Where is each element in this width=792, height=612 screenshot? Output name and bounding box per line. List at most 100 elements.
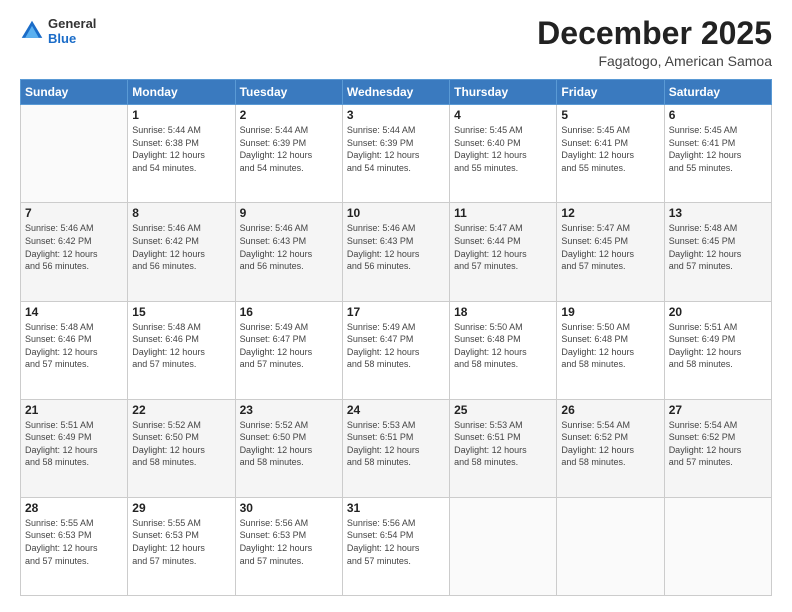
- day-info: Sunrise: 5:51 AM Sunset: 6:49 PM Dayligh…: [669, 321, 767, 371]
- day-info: Sunrise: 5:44 AM Sunset: 6:39 PM Dayligh…: [347, 124, 445, 174]
- day-number: 27: [669, 403, 767, 417]
- calendar-cell: 31 Sunrise: 5:56 AM Sunset: 6:54 PM Dayli…: [342, 497, 449, 595]
- calendar-cell: 14Sunrise: 5:48 AM Sunset: 6:46 PM Dayli…: [21, 301, 128, 399]
- calendar-header-monday: Monday: [128, 80, 235, 105]
- day-info: Sunrise: 5:53 AM Sunset: 6:51 PM Dayligh…: [347, 419, 445, 469]
- calendar-week-row: 1 Sunrise: 5:44 AM Sunset: 6:38 PM Daylig…: [21, 105, 772, 203]
- calendar-cell: 30Sunrise: 5:56 AM Sunset: 6:53 PM Dayli…: [235, 497, 342, 595]
- day-number: 13: [669, 206, 767, 220]
- day-number: 16: [240, 305, 338, 319]
- day-number: 26: [561, 403, 659, 417]
- calendar-header-wednesday: Wednesday: [342, 80, 449, 105]
- calendar-cell: 11 Sunrise: 5:47 AM Sunset: 6:44 PM Dayli…: [450, 203, 557, 301]
- day-number: 22: [132, 403, 230, 417]
- calendar-cell: 10 Sunrise: 5:46 AM Sunset: 6:43 PM Dayli…: [342, 203, 449, 301]
- day-number: 20: [669, 305, 767, 319]
- day-number: 14: [25, 305, 123, 319]
- day-number: 21: [25, 403, 123, 417]
- calendar-header-row: SundayMondayTuesdayWednesdayThursdayFrid…: [21, 80, 772, 105]
- day-info: Sunrise: 5:44 AM Sunset: 6:38 PM Dayligh…: [132, 124, 230, 174]
- day-number: 18: [454, 305, 552, 319]
- day-number: 6: [669, 108, 767, 122]
- calendar-cell: 22 Sunrise: 5:52 AM Sunset: 6:50 PM Dayli…: [128, 399, 235, 497]
- calendar-week-row: 21 Sunrise: 5:51 AM Sunset: 6:49 PM Dayli…: [21, 399, 772, 497]
- day-number: 12: [561, 206, 659, 220]
- day-info: Sunrise: 5:47 AM Sunset: 6:45 PM Dayligh…: [561, 222, 659, 272]
- calendar-cell: 8Sunrise: 5:46 AM Sunset: 6:42 PM Daylig…: [128, 203, 235, 301]
- calendar-cell: 1 Sunrise: 5:44 AM Sunset: 6:38 PM Daylig…: [128, 105, 235, 203]
- calendar-cell: 7 Sunrise: 5:46 AM Sunset: 6:42 PM Daylig…: [21, 203, 128, 301]
- day-number: 25: [454, 403, 552, 417]
- title-section: December 2025 Fagatogo, American Samoa: [537, 16, 772, 69]
- day-number: 7: [25, 206, 123, 220]
- day-info: Sunrise: 5:47 AM Sunset: 6:44 PM Dayligh…: [454, 222, 552, 272]
- day-info: Sunrise: 5:50 AM Sunset: 6:48 PM Dayligh…: [454, 321, 552, 371]
- calendar-cell: 5Sunrise: 5:45 AM Sunset: 6:41 PM Daylig…: [557, 105, 664, 203]
- calendar-cell: 3Sunrise: 5:44 AM Sunset: 6:39 PM Daylig…: [342, 105, 449, 203]
- day-info: Sunrise: 5:46 AM Sunset: 6:43 PM Dayligh…: [347, 222, 445, 272]
- calendar-cell: 20 Sunrise: 5:51 AM Sunset: 6:49 PM Dayli…: [664, 301, 771, 399]
- calendar-cell: 16 Sunrise: 5:49 AM Sunset: 6:47 PM Dayli…: [235, 301, 342, 399]
- calendar-header-sunday: Sunday: [21, 80, 128, 105]
- calendar-cell: [21, 105, 128, 203]
- day-number: 19: [561, 305, 659, 319]
- header: General Blue December 2025 Fagatogo, Ame…: [20, 16, 772, 69]
- day-number: 1: [132, 108, 230, 122]
- calendar-cell: 25 Sunrise: 5:53 AM Sunset: 6:51 PM Dayli…: [450, 399, 557, 497]
- day-info: Sunrise: 5:54 AM Sunset: 6:52 PM Dayligh…: [561, 419, 659, 469]
- day-info: Sunrise: 5:49 AM Sunset: 6:47 PM Dayligh…: [240, 321, 338, 371]
- calendar-cell: 28 Sunrise: 5:55 AM Sunset: 6:53 PM Dayli…: [21, 497, 128, 595]
- day-info: Sunrise: 5:50 AM Sunset: 6:48 PM Dayligh…: [561, 321, 659, 371]
- day-info: Sunrise: 5:45 AM Sunset: 6:41 PM Dayligh…: [669, 124, 767, 174]
- calendar-cell: 18 Sunrise: 5:50 AM Sunset: 6:48 PM Dayli…: [450, 301, 557, 399]
- calendar-cell: 13Sunrise: 5:48 AM Sunset: 6:45 PM Dayli…: [664, 203, 771, 301]
- logo: General Blue: [20, 16, 96, 46]
- day-info: Sunrise: 5:56 AM Sunset: 6:54 PM Dayligh…: [347, 517, 445, 567]
- day-info: Sunrise: 5:46 AM Sunset: 6:42 PM Dayligh…: [25, 222, 123, 272]
- day-info: Sunrise: 5:46 AM Sunset: 6:43 PM Dayligh…: [240, 222, 338, 272]
- logo-general: General: [48, 16, 96, 31]
- day-info: Sunrise: 5:51 AM Sunset: 6:49 PM Dayligh…: [25, 419, 123, 469]
- day-number: 24: [347, 403, 445, 417]
- calendar-header-thursday: Thursday: [450, 80, 557, 105]
- calendar-cell: 12 Sunrise: 5:47 AM Sunset: 6:45 PM Dayli…: [557, 203, 664, 301]
- day-number: 10: [347, 206, 445, 220]
- day-number: 9: [240, 206, 338, 220]
- day-info: Sunrise: 5:56 AM Sunset: 6:53 PM Dayligh…: [240, 517, 338, 567]
- calendar-week-row: 28 Sunrise: 5:55 AM Sunset: 6:53 PM Dayli…: [21, 497, 772, 595]
- day-number: 15: [132, 305, 230, 319]
- day-info: Sunrise: 5:55 AM Sunset: 6:53 PM Dayligh…: [25, 517, 123, 567]
- location: Fagatogo, American Samoa: [537, 53, 772, 69]
- month-title: December 2025: [537, 16, 772, 51]
- day-number: 31: [347, 501, 445, 515]
- calendar-cell: 26 Sunrise: 5:54 AM Sunset: 6:52 PM Dayli…: [557, 399, 664, 497]
- logo-blue: Blue: [48, 31, 96, 46]
- calendar-header-saturday: Saturday: [664, 80, 771, 105]
- calendar-cell: [557, 497, 664, 595]
- calendar-week-row: 7 Sunrise: 5:46 AM Sunset: 6:42 PM Daylig…: [21, 203, 772, 301]
- calendar-week-row: 14 Sunrise: 5:48 AM Sunset: 6:46 PM Dayli…: [21, 301, 772, 399]
- day-number: 23: [240, 403, 338, 417]
- day-info: Sunrise: 5:54 AM Sunset: 6:52 PM Dayligh…: [669, 419, 767, 469]
- day-info: Sunrise: 5:49 AM Sunset: 6:47 PM Dayligh…: [347, 321, 445, 371]
- calendar-cell: 24 Sunrise: 5:53 AM Sunset: 6:51 PM Dayli…: [342, 399, 449, 497]
- day-number: 4: [454, 108, 552, 122]
- calendar-cell: 19 Sunrise: 5:50 AM Sunset: 6:48 PM Dayli…: [557, 301, 664, 399]
- day-number: 29: [132, 501, 230, 515]
- day-info: Sunrise: 5:52 AM Sunset: 6:50 PM Dayligh…: [240, 419, 338, 469]
- calendar-cell: 29Sunrise: 5:55 AM Sunset: 6:53 PM Dayli…: [128, 497, 235, 595]
- calendar-cell: 15 Sunrise: 5:48 AM Sunset: 6:46 PM Dayli…: [128, 301, 235, 399]
- day-info: Sunrise: 5:45 AM Sunset: 6:40 PM Dayligh…: [454, 124, 552, 174]
- day-number: 28: [25, 501, 123, 515]
- calendar-table: SundayMondayTuesdayWednesdayThursdayFrid…: [20, 79, 772, 596]
- day-info: Sunrise: 5:53 AM Sunset: 6:51 PM Dayligh…: [454, 419, 552, 469]
- day-number: 11: [454, 206, 552, 220]
- day-number: 17: [347, 305, 445, 319]
- day-info: Sunrise: 5:52 AM Sunset: 6:50 PM Dayligh…: [132, 419, 230, 469]
- calendar-header-tuesday: Tuesday: [235, 80, 342, 105]
- day-info: Sunrise: 5:44 AM Sunset: 6:39 PM Dayligh…: [240, 124, 338, 174]
- day-number: 2: [240, 108, 338, 122]
- day-info: Sunrise: 5:48 AM Sunset: 6:46 PM Dayligh…: [132, 321, 230, 371]
- calendar-cell: 27 Sunrise: 5:54 AM Sunset: 6:52 PM Dayli…: [664, 399, 771, 497]
- day-number: 8: [132, 206, 230, 220]
